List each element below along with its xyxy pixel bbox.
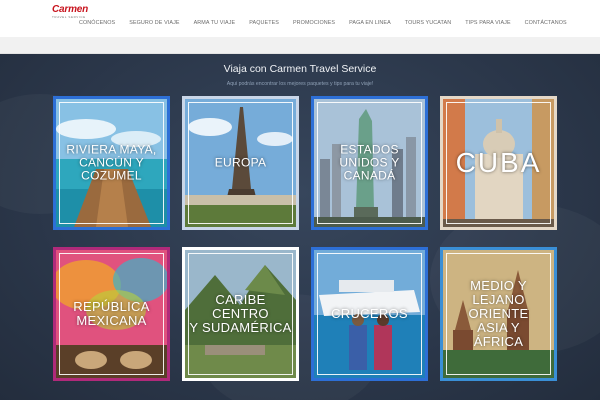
destination-card-europa[interactable]: EUROPA — [182, 96, 299, 230]
destination-card-medio-lejano-oriente[interactable]: MEDIO Y LEJANO ORIENTE ASIA Y ÁFRICA — [440, 247, 557, 381]
destination-card-cuba[interactable]: CUBA — [440, 96, 557, 230]
nav-paquetes[interactable]: PAQUETES — [242, 20, 286, 26]
card-label: MEDIO Y LEJANO ORIENTE ASIA Y ÁFRICA — [468, 278, 529, 349]
logo-text: Carmen — [52, 4, 89, 15]
header-divider — [0, 37, 600, 54]
nav-tours-yucatan[interactable]: TOURS YUCATAN — [398, 20, 458, 26]
main-section: Viaja con Carmen Travel Service Aqui pod… — [0, 54, 600, 400]
card-label: EUROPA — [214, 155, 267, 170]
page-title: Viaja con Carmen Travel Service — [223, 63, 377, 75]
card-label: CUBA — [455, 147, 542, 178]
nav-paga-en-linea[interactable]: PAGA EN LINEA — [342, 20, 398, 26]
nav-seguro-de-viaje[interactable]: SEGURO DE VIAJE — [122, 20, 186, 26]
destination-card-caribe-centro-sudamerica[interactable]: CARIBE CENTRO Y SUDAMÉRICA — [182, 247, 299, 381]
main-nav: CONÓCENOS SEGURO DE VIAJE ARMA TU VIAJE … — [72, 20, 574, 26]
carmen-logo[interactable]: Carmen TRAVEL SERVICE — [52, 4, 98, 20]
logo-subtext: TRAVEL SERVICE — [52, 15, 86, 19]
page-subtitle: Aqui podrás encontrar los mejores paquet… — [226, 81, 374, 87]
card-label: CRUCEROS — [331, 306, 408, 321]
destination-card-estados-unidos-canada[interactable]: ESTADOS UNIDOS Y CANADÁ — [311, 96, 428, 230]
site-header: Carmen TRAVEL SERVICE CONÓCENOS SEGURO D… — [0, 0, 600, 37]
nav-tips-para-viaje[interactable]: TIPS PARA VIAJE — [458, 20, 517, 26]
nav-promociones[interactable]: PROMOCIONES — [286, 20, 342, 26]
nav-contactanos[interactable]: CONTÁCTANOS — [518, 20, 574, 26]
destination-card-cruceros[interactable]: CRUCEROS — [311, 247, 428, 381]
card-label: CARIBE CENTRO Y SUDAMÉRICA — [189, 292, 292, 335]
destination-card-republica-mexicana[interactable]: REPÚBLICA MEXICANA — [53, 247, 170, 381]
nav-conocenos[interactable]: CONÓCENOS — [72, 20, 122, 26]
card-label: RIVIERA MAYA, CANCÚN Y COZUMEL — [66, 142, 157, 183]
card-label: REPÚBLICA MEXICANA — [73, 299, 150, 328]
card-label: ESTADOS UNIDOS Y CANADÁ — [339, 142, 400, 183]
destination-card-riviera-maya[interactable]: RIVIERA MAYA, CANCÚN Y COZUMEL — [53, 96, 170, 230]
nav-arma-tu-viaje[interactable]: ARMA TU VIAJE — [187, 20, 243, 26]
